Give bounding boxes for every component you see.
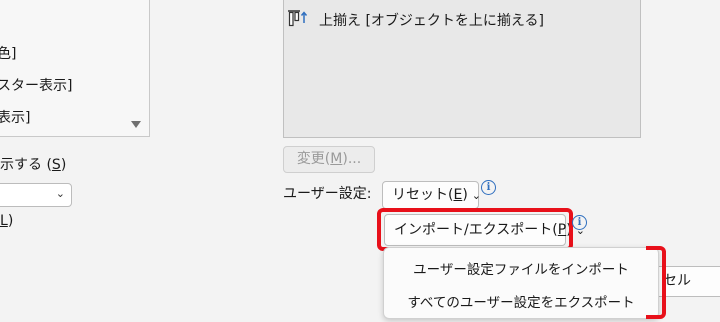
user-settings-label: ユーザー設定: [283,186,372,202]
left-bottom-label[interactable]: L) [0,213,13,229]
menu-item-export[interactable]: すべてのユーザー設定をエクスポート [384,291,658,311]
list-item[interactable]: 色] [0,43,16,63]
list-item[interactable]: スター表示] [0,75,72,95]
chevron-down-icon: ⌄ [55,187,65,200]
command-item-align-top[interactable]: 上揃え [オブジェクトを上に揃える] [319,10,544,30]
show-checkbox-label[interactable]: 示する (S) [0,154,66,174]
left-list-box[interactable]: 色] スター表示] 表示] [0,0,150,137]
info-icon[interactable]: i [481,180,496,195]
info-icon[interactable]: i [572,215,587,230]
left-combo-box[interactable]: ⌄ [0,183,72,207]
highlight-box-button [377,208,573,251]
align-top-icon [288,10,308,27]
list-item[interactable]: 表示] [0,107,30,127]
reset-button[interactable]: リセット(E) ⌄ [382,181,482,209]
menu-item-import[interactable]: ユーザー設定ファイルをインポート [384,258,658,278]
import-export-menu: ユーザー設定ファイルをインポート すべてのユーザー設定をエクスポート [383,247,659,319]
highlight-box-menu [646,246,666,319]
scroll-down-icon[interactable] [131,121,141,128]
change-button[interactable]: 変更(M)... [283,146,375,173]
chevron-down-icon: ⌄ [471,189,482,202]
